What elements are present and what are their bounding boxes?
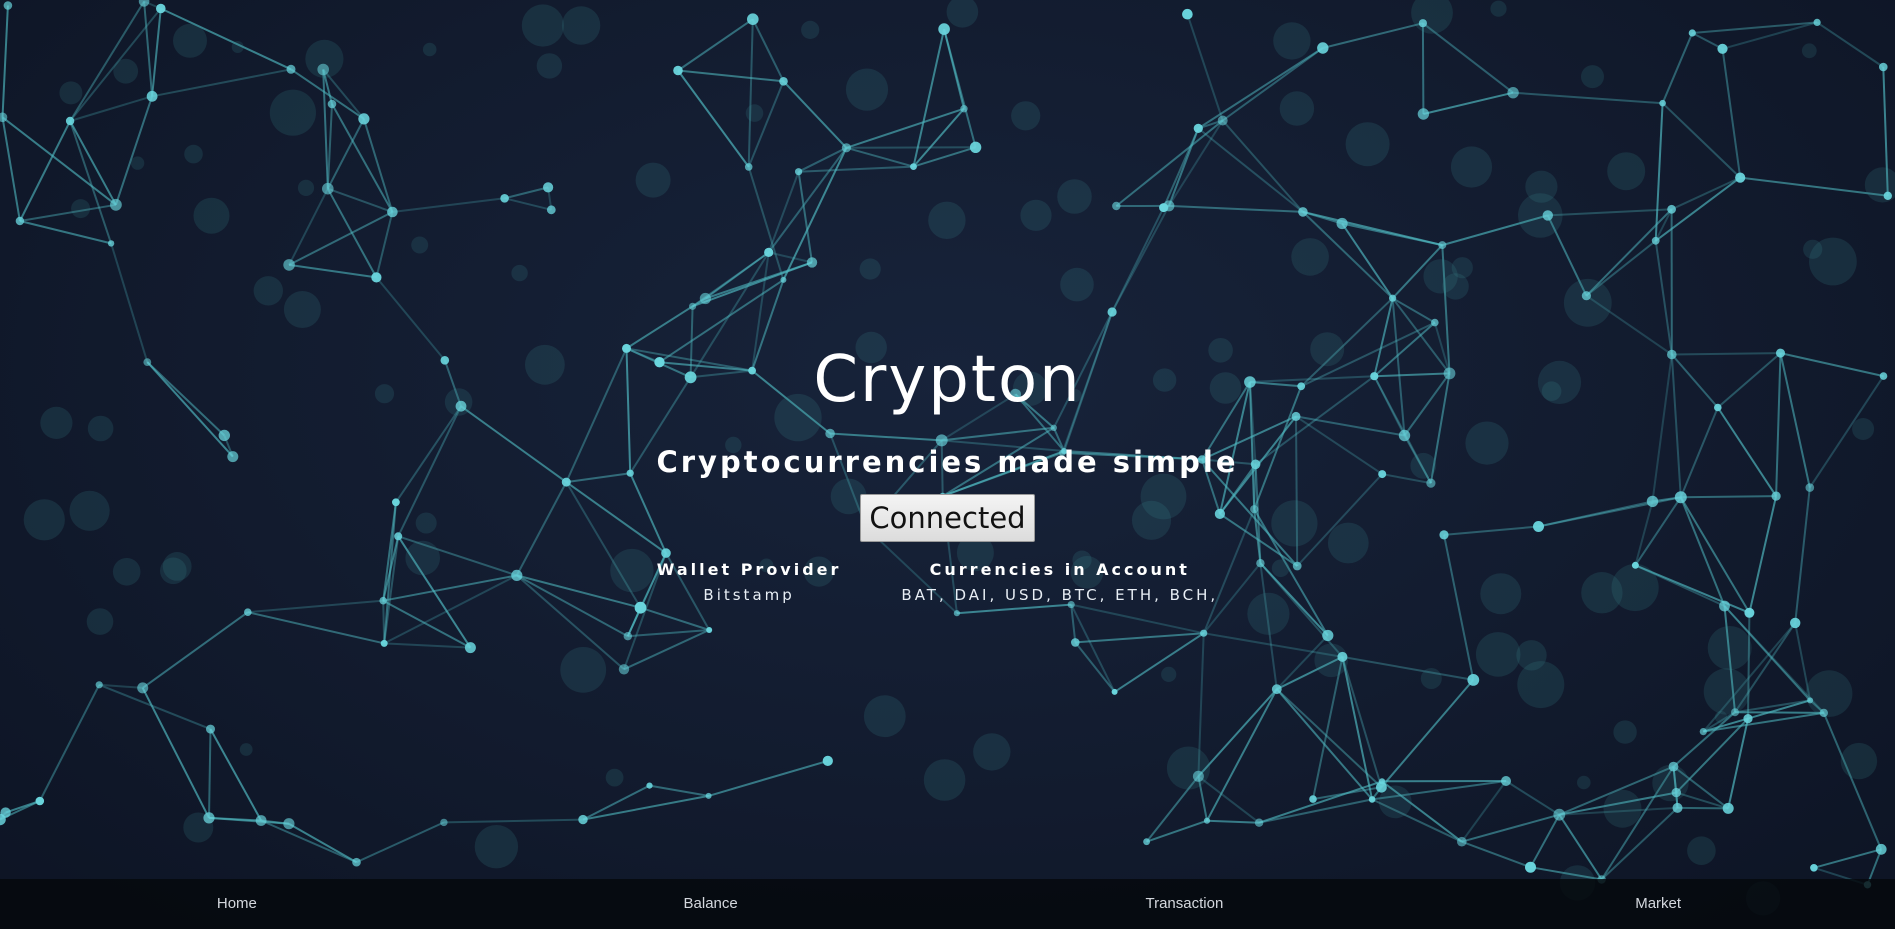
wallet-provider-label: Wallet Provider (656, 560, 842, 579)
bottom-navbar: Home Balance Transaction Market (0, 879, 1895, 929)
app-title: Crypton (813, 343, 1082, 417)
nav-item-home[interactable]: Home (0, 879, 474, 929)
page: Crypton Cryptocurrencies made simple Con… (0, 0, 1895, 929)
nav-item-market[interactable]: Market (1421, 879, 1895, 929)
tagline: Cryptocurrencies made simple (656, 445, 1239, 479)
wallet-provider-block: Wallet Provider Bitstamp (657, 558, 842, 608)
nav-item-transaction[interactable]: Transaction (948, 879, 1422, 929)
currencies-block: Currencies in Account BAT, DAI, USD, BTC… (901, 558, 1218, 608)
currencies-label: Currencies in Account (929, 560, 1190, 579)
connected-button[interactable]: Connected (860, 494, 1035, 542)
nav-item-balance[interactable]: Balance (474, 879, 948, 929)
hero-section: Crypton Cryptocurrencies made simple Con… (0, 340, 1895, 608)
currencies-value: BAT, DAI, USD, BTC, ETH, BCH, (901, 586, 1219, 604)
wallet-provider-value: Bitstamp (703, 586, 795, 604)
wallet-info: Wallet Provider Bitstamp Currencies in A… (0, 558, 1895, 608)
